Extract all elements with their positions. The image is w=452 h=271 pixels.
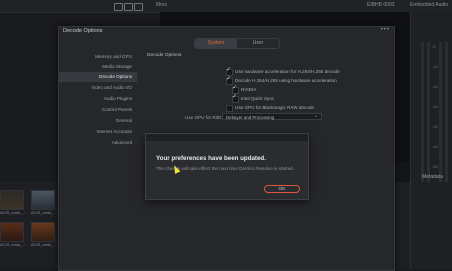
select-value: Debayer and Processing [226, 115, 275, 120]
clip-name: ACIS_ends_... [31, 210, 57, 215]
checkbox-label: Intel Quick Sync [241, 96, 275, 101]
sidebar-item-control-panels[interactable]: Control Panels [59, 105, 137, 115]
sidebar-item-decode-options[interactable]: Decode Options [59, 72, 137, 82]
clip-name: ACIS_ends_... [31, 242, 57, 247]
sidebar-item-audio-plugins[interactable]: Audio Plugins [59, 94, 137, 104]
clip-thumbnail[interactable] [31, 190, 55, 210]
meter-scale-label: -50 [432, 164, 438, 169]
clip-thumbnail[interactable] [0, 190, 24, 210]
list-view-icon[interactable] [134, 3, 143, 11]
audio-meter [427, 42, 430, 182]
clip-thumbnail[interactable] [31, 222, 55, 242]
sidebar-item-internet-accounts[interactable]: Internet Accounts [59, 127, 137, 137]
dialog-menu-icon[interactable]: ••• [381, 27, 390, 33]
meter-scale-label: -15 [432, 84, 438, 89]
r3d-select-label: Use GPU for R3D [185, 115, 222, 120]
system-user-tabs: System User [194, 38, 280, 49]
preferences-updated-modal: Your preferences have been updated. The … [145, 133, 309, 200]
timecode-label: EIBHB 0003 [367, 2, 395, 8]
sidebar-item-memory-gpu[interactable]: Memory and GPU [59, 52, 137, 62]
checkmark-icon: ✓ [226, 76, 232, 82]
checkmark-icon: ✓ [232, 85, 238, 91]
modal-title: Your preferences have been updated. [156, 155, 266, 162]
chevron-down-icon: ⌄ [313, 113, 318, 119]
sidebar-item-video-audio-io[interactable]: Video and Audio I/O [59, 83, 137, 93]
clip-name: ACIS_ends_... [0, 210, 26, 215]
sidebar-item-general[interactable]: General [59, 116, 137, 126]
meter-scale-label: -5 [432, 44, 436, 49]
ok-button[interactable]: OK [264, 185, 300, 193]
meter-scale-label: -30 [432, 124, 438, 129]
checkbox-label: NVIDIA [241, 87, 257, 92]
metadata-panel-title: Metadata [422, 174, 443, 180]
meter-scale-label: -40 [432, 144, 438, 149]
toolbar-label: Mmx [156, 2, 167, 8]
transport-controls[interactable] [395, 162, 409, 184]
audio-meter [445, 42, 448, 182]
audio-panel-label: Embedded Audio [410, 2, 449, 8]
audio-meter-panel: -5 -10 -15 -20 -30 -40 -50 [410, 12, 452, 269]
grid-view-icon[interactable] [124, 3, 133, 11]
meter-scale-label: -20 [432, 104, 438, 109]
tab-user[interactable]: User [237, 39, 279, 48]
checkbox-label: Decode H.264/H.265 using hardware accele… [235, 78, 337, 83]
audio-meter [439, 42, 442, 182]
meter-scale-label: -10 [432, 64, 438, 69]
checkbox-label: Use GPU for Blackmagic RAW decode [235, 105, 314, 110]
dialog-title: Decode Options [63, 28, 103, 34]
tab-system[interactable]: System [195, 39, 237, 48]
checkbox[interactable] [226, 105, 233, 112]
checkbox-label: Use hardware acceleration for H.264/H.26… [235, 69, 340, 74]
section-title: Decode Options [147, 53, 182, 58]
checkmark-icon: ✓ [232, 94, 238, 100]
modal-header [146, 134, 308, 141]
preferences-sidebar: Memory and GPU Media Storage Decode Opti… [59, 51, 137, 270]
clip-name: ACIS_ends_... [0, 242, 26, 247]
audio-meter [421, 42, 424, 182]
clip-thumbnail[interactable] [0, 222, 24, 242]
sidebar-item-advanced[interactable]: Advanced [59, 138, 137, 148]
sidebar-item-media-storage[interactable]: Media Storage [59, 62, 137, 72]
media-pool-icon[interactable] [114, 3, 123, 11]
checkmark-icon: ✓ [226, 67, 232, 73]
r3d-gpu-select[interactable]: Debayer and Processing ⌄ [222, 113, 322, 120]
